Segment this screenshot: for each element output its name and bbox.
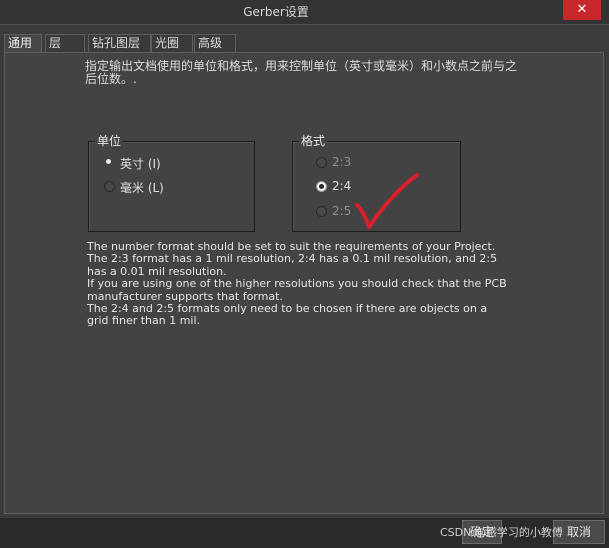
radio-inches[interactable]: 英寸 (I) [104,155,194,171]
description-text: 指定输出文档使用的单位和格式，用来控制单位（英寸或毫米）和小数点之前与之后位数。… [85,59,518,86]
dialog-footer: 确定 取消 CSDN @感学习的小教傅 [0,518,609,548]
tab-advanced[interactable]: 高级 [194,34,236,52]
radio-label: 2:3 [332,155,352,169]
radio-indicator [316,206,327,217]
units-group: 单位 英寸 (I) 毫米 (L) [88,134,255,232]
gerber-settings-dialog: 通用 层 钻孔图层 光圈 高级 指定输出文档使用的单位和格式，用来控制单位（英寸… [0,24,609,518]
radio-indicator [104,181,115,192]
radio-indicator [316,181,327,192]
tab-drill-drawing[interactable]: 钻孔图层 [88,34,151,52]
info-line: If you are using one of the higher resol… [87,277,507,303]
units-group-label: 单位 [95,134,124,148]
radio-label: 2:5 [332,204,352,218]
radio-millimeters[interactable]: 毫米 (L) [104,179,194,195]
info-line: The 2:3 format has a 1 mil resolution, 2… [87,252,498,278]
title-bar: Gerber设置 ✕ [0,0,609,24]
format-group-label: 格式 [299,134,328,148]
radio-indicator [316,157,327,168]
radio-label: 英寸 (I) [120,157,161,171]
close-button[interactable]: ✕ [563,0,601,20]
general-tab-panel: 指定输出文档使用的单位和格式，用来控制单位（英寸或毫米）和小数点之前与之后位数。… [4,52,604,514]
info-line: The 2:4 and 2:5 formats only need to be … [87,302,488,328]
csdn-watermark: CSDN @感学习的小教傅 [440,526,563,539]
radio-indicator [104,157,115,168]
format-info-text: The number format should be set to suit … [87,240,507,328]
window-title: Gerber设置 [243,5,309,19]
tab-layers[interactable]: 层 [45,34,85,52]
tab-general[interactable]: 通用 [4,34,42,53]
radio-format-2-3[interactable]: 2:3 [316,155,366,171]
radio-label: 2:4 [332,179,352,193]
tab-apertures[interactable]: 光圈 [151,34,193,52]
radio-label: 毫米 (L) [120,181,164,195]
red-checkmark-annotation [355,173,419,229]
